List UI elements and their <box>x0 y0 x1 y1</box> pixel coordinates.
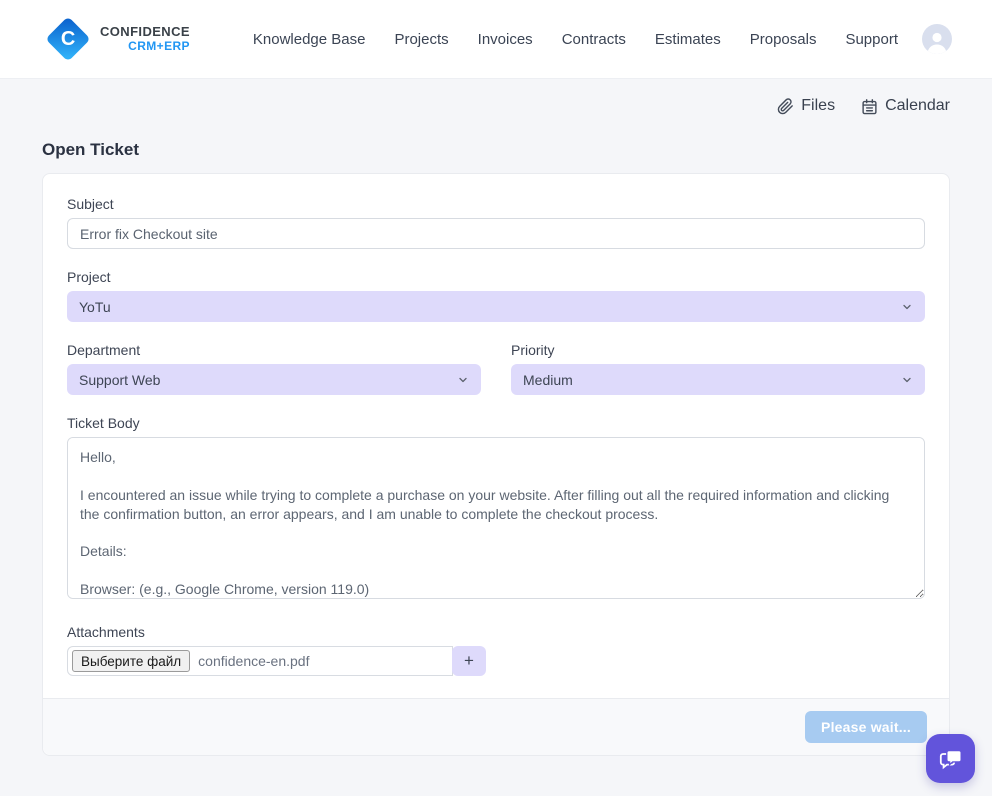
priority-label: Priority <box>511 342 555 358</box>
department-select[interactable]: Support Web <box>67 364 481 395</box>
top-navbar: C CONFIDENCE CRM+ERP Knowledge Base Proj… <box>0 0 992 79</box>
brand-suffix: CRM+ERP <box>128 38 190 53</box>
nav-item-proposals[interactable]: Proposals <box>750 31 817 48</box>
nav-item-projects[interactable]: Projects <box>394 31 448 48</box>
subject-field-group: Subject <box>67 196 925 249</box>
priority-select-value: Medium <box>523 371 573 388</box>
attachments-field-group: Attachments Выберите файл confidence-en.… <box>67 624 925 676</box>
open-ticket-card: Subject Project YoTu Department Support … <box>42 173 950 756</box>
department-field-group: Department Support Web <box>67 342 481 395</box>
project-field-group: Project YoTu <box>67 269 925 322</box>
brand-logo[interactable]: C CONFIDENCE CRM+ERP <box>45 16 190 62</box>
files-link[interactable]: Files <box>777 97 835 115</box>
quicklinks-bar: Files Calendar <box>0 79 992 115</box>
calendar-link-label: Calendar <box>885 97 950 114</box>
brand-logo-icon: C <box>45 16 91 62</box>
calendar-icon <box>861 98 878 115</box>
project-label: Project <box>67 269 111 285</box>
chat-bubbles-icon <box>938 746 964 772</box>
nav-item-invoices[interactable]: Invoices <box>478 31 533 48</box>
paperclip-icon <box>777 97 794 115</box>
ticket-body-textarea[interactable]: Hello, I encountered an issue while tryi… <box>67 437 925 599</box>
ticket-body-label: Ticket Body <box>67 415 140 431</box>
nav-item-estimates[interactable]: Estimates <box>655 31 721 48</box>
open-ticket-form: Subject Project YoTu Department Support … <box>43 174 949 698</box>
main-nav: Knowledge Base Projects Invoices Contrac… <box>253 31 898 48</box>
project-select[interactable]: YoTu <box>67 291 925 322</box>
chevron-down-icon <box>901 301 913 313</box>
avatar[interactable] <box>922 24 952 54</box>
chat-widget-button[interactable] <box>926 734 975 783</box>
department-select-value: Support Web <box>79 371 161 388</box>
chevron-down-icon <box>457 374 469 386</box>
calendar-link[interactable]: Calendar <box>861 97 950 115</box>
priority-field-group: Priority Medium <box>511 342 925 395</box>
subject-label: Subject <box>67 196 114 212</box>
choose-file-button[interactable]: Выберите файл <box>72 650 191 672</box>
add-attachment-button[interactable]: + <box>452 646 486 676</box>
card-footer: Please wait... <box>43 698 949 755</box>
nav-item-knowledge-base[interactable]: Knowledge Base <box>253 31 366 48</box>
priority-select[interactable]: Medium <box>511 364 925 395</box>
ticket-body-field-group: Ticket Body Hello, I encountered an issu… <box>67 415 925 604</box>
nav-item-support[interactable]: Support <box>845 31 898 48</box>
chevron-down-icon <box>901 374 913 386</box>
brand-logo-letter: C <box>60 27 76 50</box>
user-icon <box>924 28 950 54</box>
file-input[interactable]: Выберите файл confidence-en.pdf <box>67 646 453 676</box>
attached-file-name: confidence-en.pdf <box>198 653 310 669</box>
project-select-value: YoTu <box>79 298 111 315</box>
subject-input[interactable] <box>67 218 925 249</box>
page-title: Open Ticket <box>42 140 139 159</box>
brand-name: CONFIDENCE <box>100 24 190 40</box>
nav-item-contracts[interactable]: Contracts <box>562 31 626 48</box>
brand-logo-text: CONFIDENCE CRM+ERP <box>100 24 190 53</box>
department-priority-row: Department Support Web Priority Medium <box>67 342 925 415</box>
submit-ticket-button[interactable]: Please wait... <box>805 711 927 743</box>
files-link-label: Files <box>801 97 836 114</box>
department-label: Department <box>67 342 141 358</box>
attachments-input-group: Выберите файл confidence-en.pdf + <box>67 646 925 676</box>
attachments-label: Attachments <box>67 624 145 640</box>
